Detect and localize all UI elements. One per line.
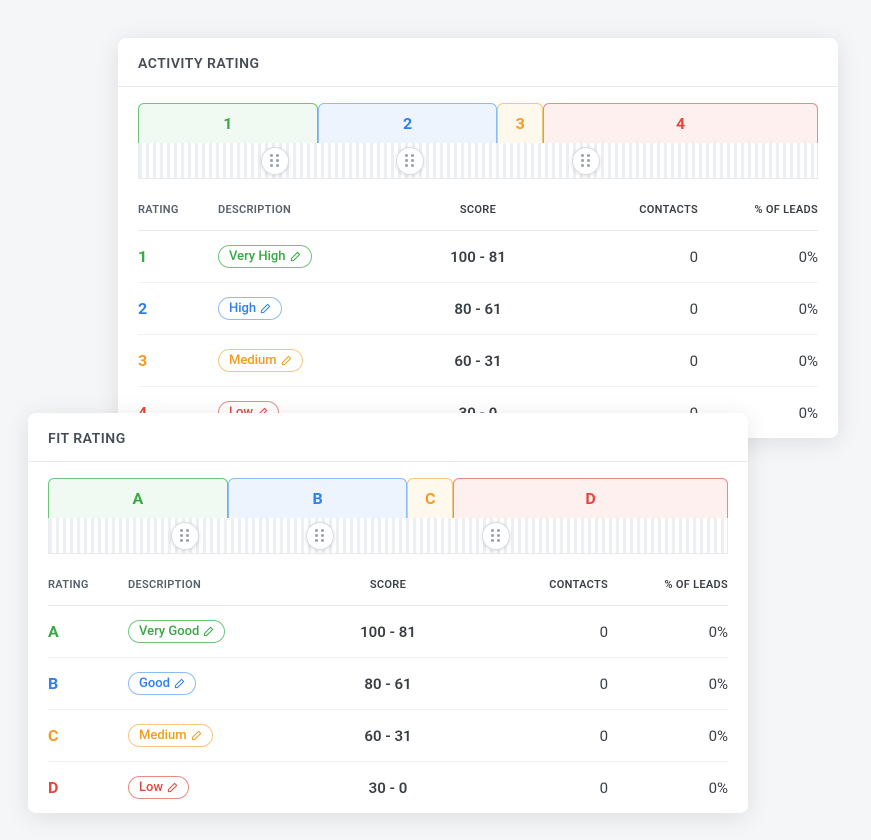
slider-handle-1[interactable] bbox=[171, 522, 199, 550]
rating-value: C bbox=[48, 726, 128, 745]
contacts-value: 0 bbox=[488, 727, 608, 745]
rating-value: B bbox=[48, 674, 128, 693]
description-pill[interactable]: Very Good bbox=[128, 620, 225, 643]
slider-handle-2[interactable] bbox=[306, 522, 334, 550]
activity-table: RATING DESCRIPTION SCORE CONTACTS % OF L… bbox=[118, 189, 838, 438]
table-row: D Low 30 - 0 0 0% bbox=[48, 762, 728, 813]
pill-label: Medium bbox=[229, 353, 277, 368]
rating-value: A bbox=[48, 622, 128, 641]
pill-label: High bbox=[229, 301, 256, 316]
fit-card-title: FIT RATING bbox=[28, 413, 748, 462]
pill-label: Good bbox=[139, 676, 170, 691]
description-pill[interactable]: Medium bbox=[128, 724, 213, 747]
description-pill[interactable]: Good bbox=[128, 672, 196, 695]
score-value: 100 - 81 bbox=[378, 248, 578, 266]
leads-value: 0% bbox=[698, 248, 818, 266]
rating-value: 3 bbox=[138, 351, 218, 370]
score-value: 80 - 61 bbox=[288, 675, 488, 693]
col-desc-header: DESCRIPTION bbox=[218, 203, 378, 216]
fit-table-header: RATING DESCRIPTION SCORE CONTACTS % OF L… bbox=[48, 564, 728, 606]
description-pill[interactable]: Very High bbox=[218, 245, 312, 268]
leads-value: 0% bbox=[698, 352, 818, 370]
col-leads-header: % OF LEADS bbox=[608, 578, 728, 591]
fit-tab-b[interactable]: B bbox=[228, 478, 408, 518]
activity-tab-3[interactable]: 3 bbox=[497, 103, 543, 143]
activity-range-slider[interactable] bbox=[138, 143, 818, 179]
rating-value: D bbox=[48, 778, 128, 797]
activity-table-header: RATING DESCRIPTION SCORE CONTACTS % OF L… bbox=[138, 189, 818, 231]
slider-handle-3[interactable] bbox=[482, 522, 510, 550]
fit-rating-card: FIT RATING A B C D RATING DESCRIPTION SC… bbox=[28, 413, 748, 813]
description-pill[interactable]: Medium bbox=[218, 349, 303, 372]
activity-tab-4[interactable]: 4 bbox=[543, 103, 818, 143]
col-rating-header: RATING bbox=[138, 203, 218, 216]
pencil-icon bbox=[281, 355, 292, 366]
col-score-header: SCORE bbox=[378, 203, 578, 216]
leads-value: 0% bbox=[608, 779, 728, 797]
fit-tab-c[interactable]: C bbox=[407, 478, 453, 518]
pencil-icon bbox=[260, 303, 271, 314]
rating-value: 1 bbox=[138, 247, 218, 266]
col-contacts-header: CONTACTS bbox=[488, 578, 608, 591]
slider-handle-2[interactable] bbox=[396, 147, 424, 175]
table-row: 2 High 80 - 61 0 0% bbox=[138, 283, 818, 335]
col-desc-header: DESCRIPTION bbox=[128, 578, 288, 591]
table-row: 3 Medium 60 - 31 0 0% bbox=[138, 335, 818, 387]
pencil-icon bbox=[203, 626, 214, 637]
activity-rating-card: ACTIVITY RATING 1 2 3 4 RATING DESCRIPTI… bbox=[118, 38, 838, 438]
table-row: C Medium 60 - 31 0 0% bbox=[48, 710, 728, 762]
col-leads-header: % OF LEADS bbox=[698, 203, 818, 216]
leads-value: 0% bbox=[608, 623, 728, 641]
fit-range-slider[interactable] bbox=[48, 518, 728, 554]
contacts-value: 0 bbox=[578, 352, 698, 370]
pencil-icon bbox=[167, 782, 178, 793]
activity-tab-2[interactable]: 2 bbox=[318, 103, 498, 143]
pill-label: Low bbox=[139, 780, 163, 795]
score-value: 60 - 31 bbox=[378, 352, 578, 370]
pencil-icon bbox=[174, 678, 185, 689]
col-rating-header: RATING bbox=[48, 578, 128, 591]
leads-value: 0% bbox=[698, 300, 818, 318]
slider-handle-3[interactable] bbox=[572, 147, 600, 175]
contacts-value: 0 bbox=[488, 675, 608, 693]
slider-handle-1[interactable] bbox=[261, 147, 289, 175]
pill-label: Very High bbox=[229, 249, 286, 264]
pill-label: Very Good bbox=[139, 624, 199, 639]
contacts-value: 0 bbox=[488, 779, 608, 797]
rating-value: 2 bbox=[138, 299, 218, 318]
fit-tab-a[interactable]: A bbox=[48, 478, 228, 518]
col-contacts-header: CONTACTS bbox=[578, 203, 698, 216]
score-value: 30 - 0 bbox=[288, 779, 488, 797]
contacts-value: 0 bbox=[578, 300, 698, 318]
contacts-value: 0 bbox=[578, 248, 698, 266]
pencil-icon bbox=[290, 251, 301, 262]
table-row: 1 Very High 100 - 81 0 0% bbox=[138, 231, 818, 283]
pencil-icon bbox=[191, 730, 202, 741]
table-row: B Good 80 - 61 0 0% bbox=[48, 658, 728, 710]
fit-table: RATING DESCRIPTION SCORE CONTACTS % OF L… bbox=[28, 564, 748, 813]
score-value: 60 - 31 bbox=[288, 727, 488, 745]
table-row: A Very Good 100 - 81 0 0% bbox=[48, 606, 728, 658]
pill-label: Medium bbox=[139, 728, 187, 743]
contacts-value: 0 bbox=[488, 623, 608, 641]
score-value: 100 - 81 bbox=[288, 623, 488, 641]
description-pill[interactable]: Low bbox=[128, 776, 189, 799]
fit-tab-d[interactable]: D bbox=[453, 478, 728, 518]
description-pill[interactable]: High bbox=[218, 297, 282, 320]
col-score-header: SCORE bbox=[288, 578, 488, 591]
activity-tab-1[interactable]: 1 bbox=[138, 103, 318, 143]
leads-value: 0% bbox=[608, 675, 728, 693]
fit-tabs: A B C D bbox=[28, 462, 748, 518]
leads-value: 0% bbox=[608, 727, 728, 745]
score-value: 80 - 61 bbox=[378, 300, 578, 318]
activity-card-title: ACTIVITY RATING bbox=[118, 38, 838, 87]
activity-tabs: 1 2 3 4 bbox=[118, 87, 838, 143]
